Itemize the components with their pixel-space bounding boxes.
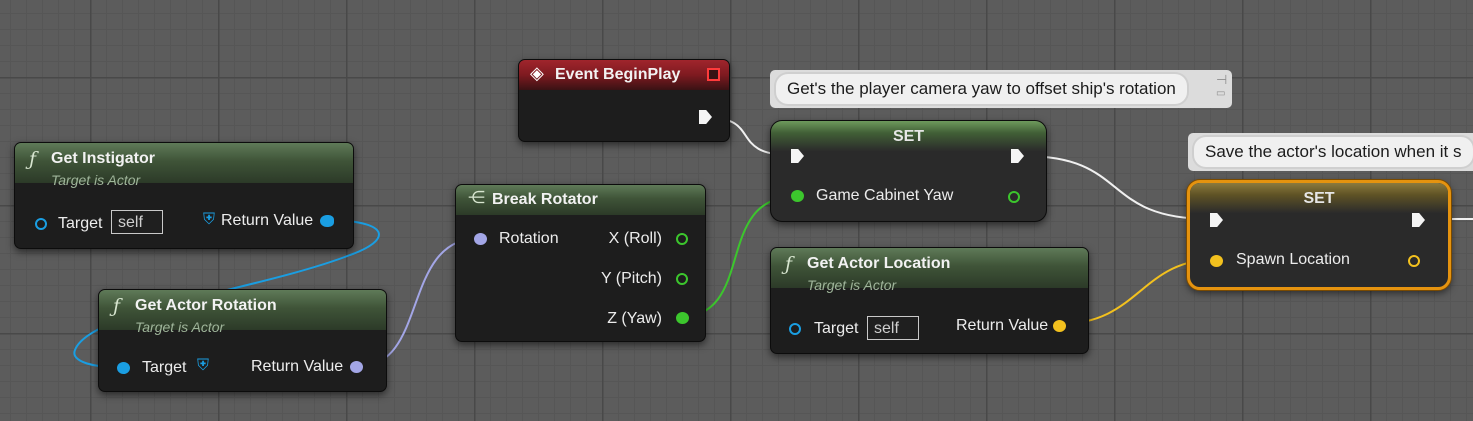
comment-text: Get's the player camera yaw to offset sh… xyxy=(776,74,1187,104)
return-value-pin[interactable] xyxy=(320,215,334,227)
set-game-cabinet-yaw-node[interactable]: SET Game Cabinet Yaw xyxy=(770,120,1047,222)
exec-out-pin[interactable] xyxy=(699,110,712,124)
exec-out-pin[interactable] xyxy=(1011,149,1024,163)
return-value-label: Return Value xyxy=(956,317,1049,334)
break-struct-icon: ⋲ xyxy=(468,188,485,208)
exec-out-pin[interactable] xyxy=(1412,213,1425,227)
target-label: Target xyxy=(58,215,103,232)
target-input[interactable]: self xyxy=(111,210,163,234)
target-input[interactable]: self xyxy=(867,316,919,340)
node-title: SET xyxy=(1303,190,1335,207)
spawn-location-pin[interactable] xyxy=(1210,255,1223,267)
x-roll-label: X (Roll) xyxy=(608,230,662,247)
game-cabinet-yaw-pin[interactable] xyxy=(791,190,804,202)
spawn-location-out-pin[interactable] xyxy=(1408,255,1420,267)
target-pin[interactable] xyxy=(117,362,130,374)
node-header: SET xyxy=(1190,183,1448,213)
set-spawn-location-node[interactable]: SET Spawn Location xyxy=(1187,180,1451,290)
node-title: Get Actor Rotation xyxy=(135,297,277,314)
node-title: Break Rotator xyxy=(492,191,598,208)
return-value-label: Return Value xyxy=(221,212,314,229)
pawn-type-icon: ⛨ xyxy=(197,357,210,374)
get-instigator-node[interactable]: ƒ Get Instigator Target is Actor Target … xyxy=(14,142,354,249)
y-pitch-label: Y (Pitch) xyxy=(600,270,662,287)
delegate-pin[interactable] xyxy=(707,68,720,81)
node-header: ⋲ Break Rotator xyxy=(456,185,705,215)
spawn-location-label: Spawn Location xyxy=(1236,251,1350,268)
rotation-pin[interactable] xyxy=(474,233,487,245)
return-value-pin[interactable] xyxy=(1053,320,1066,332)
pawn-type-icon: ⛨ xyxy=(203,211,216,228)
node-subtitle: Target is Actor xyxy=(135,319,225,335)
exec-in-pin[interactable] xyxy=(791,149,804,163)
return-value-pin[interactable] xyxy=(350,361,363,373)
target-pin[interactable] xyxy=(789,323,801,335)
event-beginplay-node[interactable]: ◈ Event BeginPlay xyxy=(518,59,730,142)
return-value-label: Return Value xyxy=(251,358,344,375)
break-rotator-node[interactable]: ⋲ Break Rotator Rotation X (Roll) Y (Pit… xyxy=(455,184,706,342)
node-header: ƒ Get Actor Location Target is Actor xyxy=(771,248,1088,293)
node-title: Get Instigator xyxy=(51,150,156,167)
exec-in-pin[interactable] xyxy=(1210,213,1223,227)
node-title: Get Actor Location xyxy=(807,255,951,272)
function-icon: ƒ xyxy=(785,253,793,275)
node-title: Event BeginPlay xyxy=(555,66,681,83)
collapse-icon[interactable]: ▭ xyxy=(1216,88,1225,99)
node-header: ◈ Event BeginPlay xyxy=(519,60,729,90)
rotation-label: Rotation xyxy=(499,230,559,247)
comment-text: Save the actor's location when it s xyxy=(1194,137,1473,167)
node-subtitle: Target is Actor xyxy=(807,277,897,293)
function-icon: ƒ xyxy=(29,148,37,170)
event-diamond-icon: ◈ xyxy=(530,63,544,84)
wire-set-exec xyxy=(1023,155,1211,220)
node-header: SET xyxy=(771,121,1046,151)
z-yaw-label: Z (Yaw) xyxy=(607,310,662,327)
get-actor-location-node[interactable]: ƒ Get Actor Location Target is Actor Tar… xyxy=(770,247,1089,354)
z-yaw-pin[interactable] xyxy=(676,312,689,324)
node-title: SET xyxy=(892,128,925,145)
get-actor-rotation-node[interactable]: ƒ Get Actor Rotation Target is Actor Tar… xyxy=(98,289,387,392)
target-pin[interactable] xyxy=(35,218,47,230)
y-pitch-pin[interactable] xyxy=(676,273,688,285)
node-header: ƒ Get Instigator Target is Actor xyxy=(15,143,353,188)
game-cabinet-yaw-label: Game Cabinet Yaw xyxy=(816,187,954,204)
node-header: ƒ Get Actor Rotation Target is Actor xyxy=(99,290,386,335)
function-icon: ƒ xyxy=(113,295,121,317)
target-label: Target xyxy=(814,320,859,337)
x-roll-pin[interactable] xyxy=(676,233,688,245)
node-subtitle: Target is Actor xyxy=(51,172,141,188)
game-cabinet-yaw-out-pin[interactable] xyxy=(1008,191,1020,203)
target-label: Target xyxy=(142,359,187,376)
pin-icon[interactable]: ⊣ xyxy=(1216,72,1227,88)
